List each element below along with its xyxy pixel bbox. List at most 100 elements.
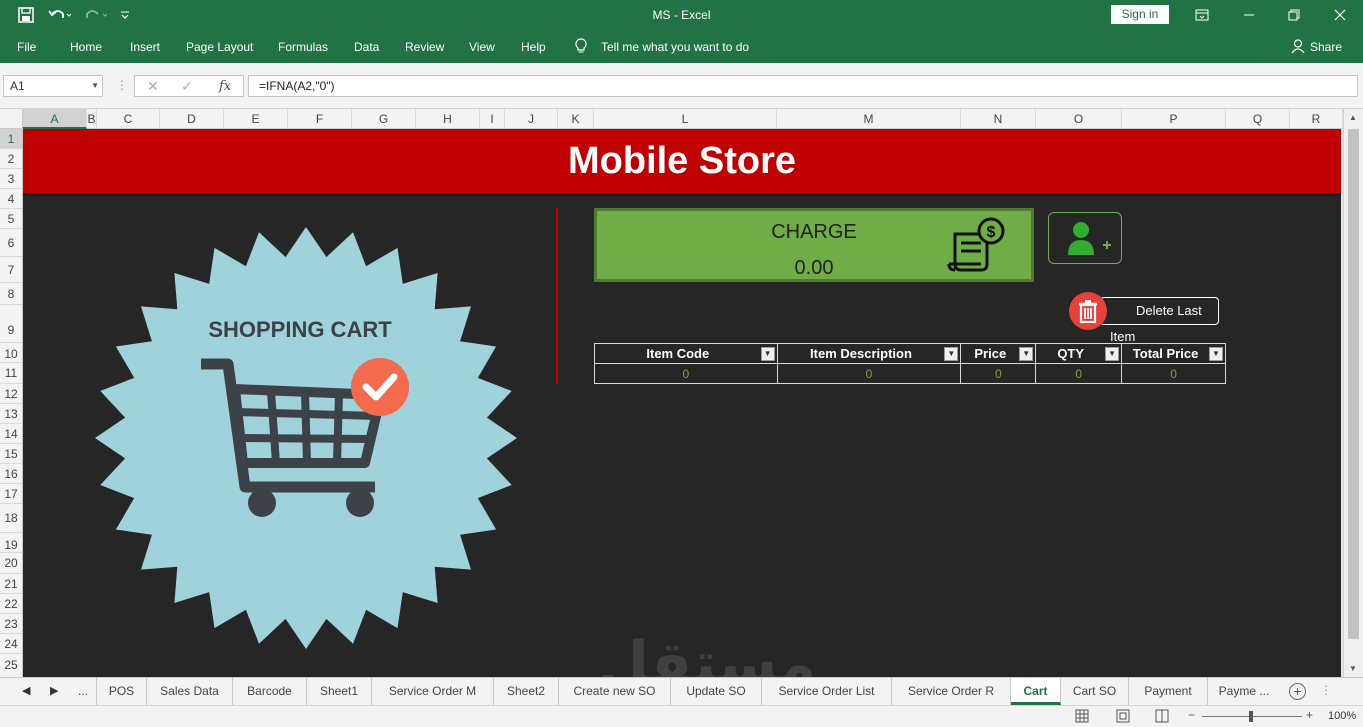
col-header-c[interactable]: C [97, 109, 160, 129]
scroll-up-icon[interactable]: ▲ [1349, 113, 1357, 122]
restore-icon[interactable] [1283, 5, 1305, 25]
cell-price[interactable]: 0 [960, 363, 1037, 384]
zoom-level[interactable]: 100% [1328, 710, 1356, 722]
next-sheet-icon[interactable]: ▶ [50, 684, 58, 697]
cell-item-description[interactable]: 0 [776, 363, 962, 384]
scroll-down-icon[interactable]: ▼ [1349, 664, 1357, 673]
tab-sales-data[interactable]: Sales Data [147, 678, 233, 705]
cell-qty[interactable]: 0 [1035, 363, 1123, 384]
more-sheets-button[interactable]: ... [70, 678, 97, 705]
row-header-7[interactable]: 7 [0, 257, 22, 283]
save-icon[interactable] [16, 5, 36, 25]
row-header-8[interactable]: 8 [0, 283, 22, 305]
scrollbar-thumb[interactable] [1348, 129, 1359, 639]
tab-insert[interactable]: Insert [130, 40, 160, 54]
row-header-6[interactable]: 6 [0, 229, 22, 257]
cell-total-price[interactable]: 0 [1121, 363, 1226, 384]
filter-dropdown-icon[interactable]: ▼ [1209, 347, 1223, 361]
tab-sheet2[interactable]: Sheet2 [494, 678, 559, 705]
col-header-b[interactable]: B [87, 109, 97, 129]
tab-sheet1[interactable]: Sheet1 [307, 678, 372, 705]
row-header-23[interactable]: 23 [0, 614, 22, 634]
zoom-slider-thumb[interactable] [1249, 711, 1253, 722]
tab-pos[interactable]: POS [97, 678, 147, 705]
col-header-o[interactable]: O [1036, 109, 1122, 129]
row-header-9[interactable]: 9 [0, 305, 22, 343]
tab-help[interactable]: Help [521, 40, 546, 54]
enter-icon[interactable]: ✓ [181, 78, 193, 95]
tab-service-order-m[interactable]: Service Order M [372, 678, 494, 705]
trash-icon[interactable] [1069, 292, 1107, 330]
tab-home[interactable]: Home [70, 40, 102, 54]
row-header-1[interactable]: 1 [0, 129, 22, 149]
row-header-25[interactable]: 25 [0, 654, 22, 677]
redo-icon[interactable] [82, 5, 110, 25]
close-icon[interactable] [1329, 5, 1351, 25]
minimize-icon[interactable] [1238, 5, 1260, 25]
filter-dropdown-icon[interactable]: ▼ [1019, 347, 1034, 361]
delete-last-item-button[interactable]: Delete Last Item [1100, 297, 1219, 344]
tab-create-new-so[interactable]: Create new SO [559, 678, 671, 705]
tab-view[interactable]: View [469, 40, 495, 54]
tab-barcode[interactable]: Barcode [233, 678, 307, 705]
cell-item-code[interactable]: 0 [594, 363, 778, 384]
customize-toolbar-icon[interactable] [117, 5, 133, 25]
add-customer-button[interactable] [1048, 212, 1122, 264]
row-header-18[interactable]: 18 [0, 504, 22, 533]
row-header-21[interactable]: 21 [0, 574, 22, 594]
normal-view-icon[interactable] [1075, 709, 1089, 726]
col-header-e[interactable]: E [224, 109, 288, 129]
row-header-12[interactable]: 12 [0, 384, 22, 404]
tab-update-so[interactable]: Update SO [671, 678, 762, 705]
row-header-10[interactable]: 10 [0, 343, 22, 363]
col-header-f[interactable]: F [288, 109, 352, 129]
prev-sheet-icon[interactable]: ◀ [22, 684, 30, 697]
row-header-4[interactable]: 4 [0, 189, 22, 209]
col-header-m[interactable]: M [777, 109, 961, 129]
share-button[interactable]: Share [1310, 40, 1342, 54]
row-header-3[interactable]: 3 [0, 169, 22, 189]
cancel-icon[interactable]: ✕ [147, 78, 159, 95]
worksheet-area[interactable]: Mobile Store SHOPPING CART CHARGE 0.00 $… [23, 129, 1341, 677]
col-header-q[interactable]: Q [1226, 109, 1290, 129]
col-header-g[interactable]: G [352, 109, 416, 129]
page-layout-view-icon[interactable] [1116, 709, 1130, 726]
filter-dropdown-icon[interactable]: ▼ [1105, 347, 1120, 361]
col-header-j[interactable]: J [505, 109, 558, 129]
undo-icon[interactable] [46, 5, 74, 25]
tell-me-search[interactable]: Tell me what you want to do [601, 40, 749, 54]
tab-payment[interactable]: Payment [1129, 678, 1208, 705]
add-sheet-icon[interactable]: + [1289, 683, 1306, 700]
tab-file[interactable]: File [17, 40, 36, 54]
col-header-a[interactable]: A [23, 109, 87, 129]
row-header-16[interactable]: 16 [0, 464, 22, 484]
col-header-h[interactable]: H [416, 109, 480, 129]
col-header-r[interactable]: R [1290, 109, 1343, 129]
tab-page-layout[interactable]: Page Layout [186, 40, 253, 54]
filter-dropdown-icon[interactable]: ▼ [760, 347, 775, 361]
tab-payme[interactable]: Payme ... [1208, 678, 1280, 705]
col-header-k[interactable]: K [558, 109, 594, 129]
page-break-view-icon[interactable] [1155, 709, 1169, 726]
tab-service-order-list[interactable]: Service Order List [762, 678, 892, 705]
col-header-p[interactable]: P [1122, 109, 1226, 129]
row-header-2[interactable]: 2 [0, 149, 22, 169]
row-header-24[interactable]: 24 [0, 634, 22, 654]
row-header-5[interactable]: 5 [0, 209, 22, 229]
ribbon-display-icon[interactable] [1191, 5, 1213, 25]
row-header-11[interactable]: 11 [0, 363, 22, 384]
row-header-22[interactable]: 22 [0, 594, 22, 614]
tab-data[interactable]: Data [354, 40, 379, 54]
name-box[interactable]: A1 ▼ [3, 75, 103, 97]
zoom-out-icon[interactable]: − [1188, 708, 1195, 722]
row-header-17[interactable]: 17 [0, 484, 22, 504]
select-all-corner[interactable] [0, 109, 23, 129]
share-icon[interactable] [1291, 39, 1305, 57]
shopping-cart-badge[interactable] [93, 225, 519, 651]
chevron-down-icon[interactable]: ▼ [91, 76, 99, 96]
col-header-l[interactable]: L [594, 109, 777, 129]
row-header-20[interactable]: 20 [0, 553, 22, 574]
row-header-13[interactable]: 13 [0, 404, 22, 424]
tab-cart-so[interactable]: Cart SO [1061, 678, 1129, 705]
tab-review[interactable]: Review [405, 40, 444, 54]
